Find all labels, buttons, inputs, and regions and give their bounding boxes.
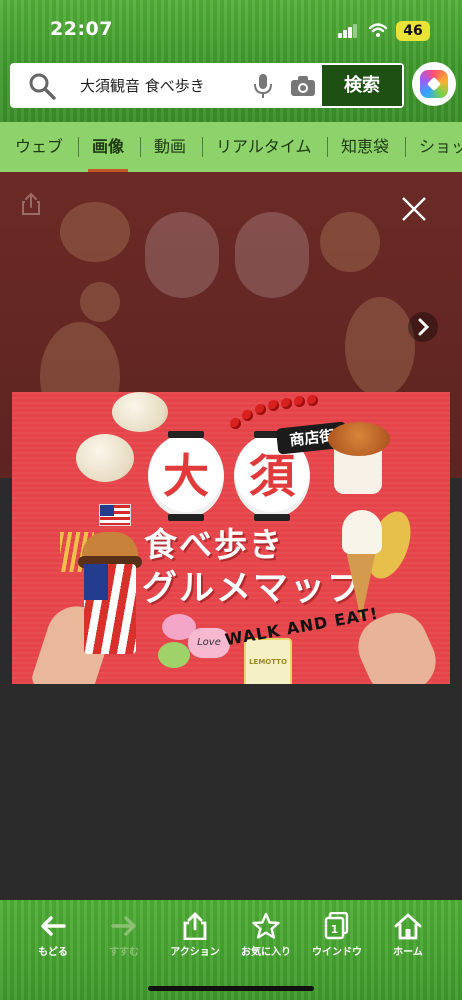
mic-icon[interactable] [252, 73, 274, 99]
arrow-right-icon [111, 916, 136, 936]
candy-ball [230, 418, 241, 429]
ghost-food [345, 297, 415, 397]
favorites-label: お気に入り [241, 947, 291, 958]
close-icon[interactable] [400, 195, 428, 223]
tab-divider [202, 137, 203, 157]
forward-label: すすむ [109, 947, 139, 958]
share-up-icon [183, 912, 207, 940]
assistant-button[interactable] [412, 62, 456, 106]
poster-title-line2: グルメマップ [142, 569, 365, 609]
ghost-lantern [145, 212, 219, 298]
tab-shopping[interactable]: ショッ [419, 122, 462, 172]
windows-icon: 1 [324, 912, 349, 940]
status-time: 22:07 [50, 18, 113, 40]
action-button[interactable]: アクション [160, 912, 230, 962]
lemon-drink-label: LEMOTTO [249, 658, 287, 666]
ghost-lantern [235, 212, 309, 298]
candy-ball [307, 395, 318, 406]
home-icon [394, 913, 422, 940]
windows-button[interactable]: 1 ウインドウ [302, 912, 372, 962]
tab-divider [78, 137, 79, 157]
search-bar: 大須観音 食べ歩き 検索 [10, 63, 404, 108]
status-bar: 22:07 46 [0, 0, 462, 56]
windows-label: ウインドウ [312, 947, 362, 958]
tab-chiebukuro[interactable]: 知恵袋 [341, 122, 389, 172]
tab-web[interactable]: ウェブ [15, 122, 63, 172]
fried-chicken [328, 422, 390, 456]
search-icon[interactable] [28, 72, 56, 100]
wifi-icon [369, 23, 387, 37]
tab-realtime[interactable]: リアルタイム [216, 122, 312, 172]
share-icon[interactable] [20, 192, 42, 216]
action-label: アクション [170, 947, 220, 958]
bottom-toolbar: もどる すすむ アクション お気に入り 1 ウインドウ ホーム [0, 900, 462, 1000]
macaron-green [158, 642, 190, 668]
lantern-left: 大 [148, 431, 224, 521]
assistant-icon [420, 70, 448, 98]
candy-ball [294, 396, 305, 407]
lantern-text-left: 大 [163, 449, 209, 503]
ghost-food [80, 282, 120, 322]
tab-video[interactable]: 動画 [154, 122, 186, 172]
battery-indicator: 46 [396, 21, 430, 41]
home-button[interactable]: ホーム [373, 912, 443, 962]
usa-flag [99, 504, 131, 526]
tab-divider [140, 137, 141, 157]
windows-count: 1 [331, 923, 339, 936]
bun-photo [112, 392, 168, 432]
ghost-food [60, 202, 130, 262]
signal-icon [338, 24, 358, 38]
search-input[interactable]: 大須観音 食べ歩き [80, 75, 205, 96]
candy-ball [255, 404, 266, 415]
usa-cup [84, 564, 136, 654]
favorites-button[interactable]: お気に入り [231, 912, 301, 962]
poster-title-line1: 食べ歩き [144, 525, 284, 564]
forward-button[interactable]: すすむ [89, 912, 159, 962]
main-image[interactable]: 大 須 商店街 食べ歩き グルメマップ Love LEMOTTO WALK AN… [12, 392, 450, 684]
star-icon [252, 912, 280, 939]
tab-images[interactable]: 画像 [87, 122, 129, 172]
tab-divider [327, 137, 328, 157]
camera-icon[interactable] [290, 75, 316, 97]
next-image-button[interactable] [408, 312, 438, 342]
home-indicator[interactable] [148, 986, 314, 991]
candy-ball [268, 400, 279, 411]
ghost-food [320, 212, 380, 272]
tab-divider [405, 137, 406, 157]
arrow-left-icon [41, 916, 66, 936]
bun-photo [76, 434, 134, 482]
search-button[interactable]: 検索 [320, 63, 404, 108]
soft-serve [342, 510, 382, 554]
home-label: ホーム [393, 947, 423, 958]
chevron-right-icon [418, 318, 430, 336]
back-label: もどる [38, 947, 68, 958]
back-button[interactable]: もどる [18, 912, 88, 962]
search-tabs: ウェブ 画像 動画 リアルタイム 知恵袋 ショッ [0, 122, 462, 172]
candy-ball [281, 398, 292, 409]
top-header: 22:07 46 大須観音 食べ歩き 検索 [0, 0, 462, 122]
candy-ball [242, 410, 253, 421]
